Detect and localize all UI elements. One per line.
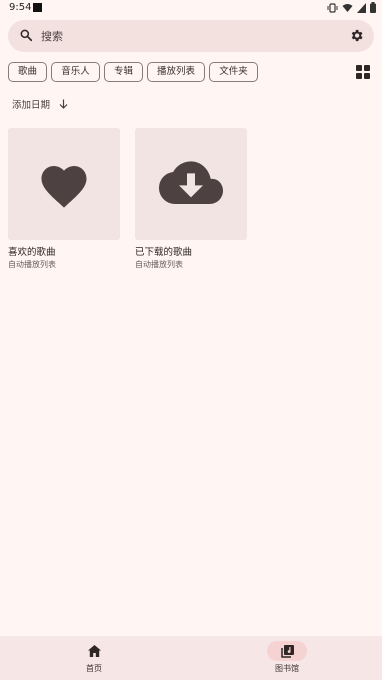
nav-home[interactable]: 首页 <box>54 636 134 680</box>
sort-label: 添加日期 <box>12 100 51 111</box>
grid-view-icon[interactable] <box>356 65 370 79</box>
chip-artists[interactable]: 音乐人 <box>51 62 100 82</box>
playlist-subtitle: 自动播放列表 <box>8 260 56 269</box>
settings-gear-icon[interactable] <box>349 28 364 43</box>
search-input[interactable]: 搜索 <box>41 28 63 44</box>
chip-albums[interactable]: 专辑 <box>104 62 143 82</box>
status-time: 9:54 <box>9 2 32 13</box>
playlist-subtitle: 自动播放列表 <box>135 260 183 269</box>
library-icon <box>280 644 294 658</box>
status-bar: 9:54 <box>0 0 382 16</box>
home-icon <box>87 645 101 657</box>
signal-icon <box>357 2 366 13</box>
nav-home-label: 首页 <box>86 664 102 673</box>
vibrate-icon <box>327 2 338 13</box>
playlist-card-downloaded[interactable]: 已下载的歌曲 自动播放列表 <box>135 128 247 270</box>
status-icons <box>327 2 376 13</box>
wifi-icon <box>342 3 353 12</box>
notification-icon <box>33 3 42 12</box>
battery-icon <box>370 2 376 13</box>
nav-library[interactable]: 图书馆 <box>247 636 327 680</box>
chip-folders[interactable]: 文件夹 <box>209 62 258 82</box>
playlist-title: 喜欢的歌曲 <box>8 247 56 258</box>
bottom-navigation: 首页 图书馆 <box>0 636 382 680</box>
nav-library-icon-wrap <box>267 641 307 661</box>
heart-icon <box>41 166 87 208</box>
playlist-thumbnail <box>135 128 247 240</box>
nav-home-icon-wrap <box>74 641 114 661</box>
arrow-down-icon <box>59 99 68 109</box>
chip-playlists[interactable]: 播放列表 <box>147 62 205 82</box>
playlist-title: 已下载的歌曲 <box>135 247 193 258</box>
playlist-thumbnail <box>8 128 120 240</box>
search-icon <box>20 29 33 42</box>
playlist-card-liked[interactable]: 喜欢的歌曲 自动播放列表 <box>8 128 120 270</box>
chip-songs[interactable]: 歌曲 <box>8 62 47 82</box>
search-bar[interactable]: 搜索 <box>8 20 374 52</box>
cloud-download-icon <box>159 161 223 204</box>
nav-library-label: 图书馆 <box>275 664 299 673</box>
sort-control[interactable]: 添加日期 <box>12 97 68 111</box>
